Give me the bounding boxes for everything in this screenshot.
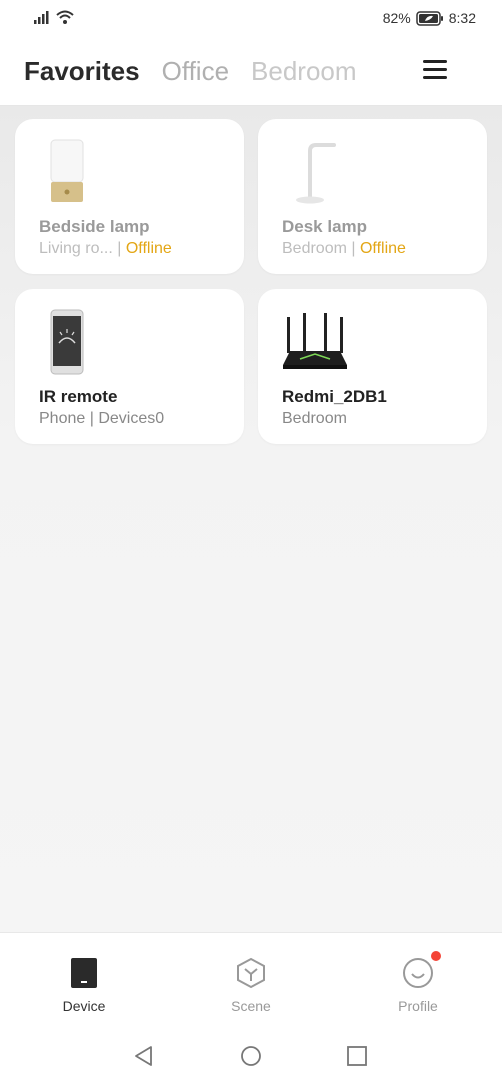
bedside-lamp-icon	[50, 139, 84, 202]
device-location: Bedroom	[282, 240, 347, 257]
tab-favorites[interactable]: Favorites	[24, 56, 140, 87]
battery-icon	[416, 10, 443, 26]
device-card-ir-remote[interactable]: IR remote Phone | Devices0	[15, 289, 244, 444]
device-location: Living ro...	[39, 240, 113, 257]
recents-icon[interactable]	[346, 1045, 368, 1067]
router-icon	[283, 313, 347, 369]
device-name: IR remote	[39, 387, 118, 406]
device-icon	[71, 958, 97, 988]
device-name: Desk lamp	[282, 217, 368, 236]
nav-device[interactable]: Device	[39, 957, 129, 1014]
wifi-icon	[56, 10, 74, 24]
signal-icon	[34, 11, 49, 24]
device-name: Bedside lamp	[39, 217, 150, 236]
bottom-nav: Device Scene Profile	[0, 932, 502, 1022]
nav-profile[interactable]: Profile	[373, 951, 463, 1014]
tab-bedroom[interactable]: Bedroom	[251, 56, 357, 87]
clock: 8:32	[448, 10, 476, 26]
device-location: Bedroom	[282, 410, 347, 427]
device-card-desk-lamp[interactable]: Desk lamp Bedroom | Offline	[258, 119, 487, 274]
device-name: Redmi_2DB1	[282, 387, 387, 406]
device-grid: Bedside lamp Living ro... | Offline Desk…	[0, 106, 502, 932]
home-icon[interactable]	[240, 1045, 262, 1067]
nav-label: Scene	[231, 998, 271, 1014]
device-card-bedside-lamp[interactable]: Bedside lamp Living ro... | Offline	[15, 119, 244, 274]
room-tabs: Favorites Office Bedroom	[24, 56, 357, 87]
phone-ir-remote-icon	[50, 309, 84, 375]
device-card-router[interactable]: Redmi_2DB1 Bedroom	[258, 289, 487, 444]
tab-office[interactable]: Office	[162, 56, 229, 87]
scene-icon	[237, 957, 265, 989]
nav-scene[interactable]: Scene	[206, 957, 296, 1014]
profile-icon	[403, 958, 433, 988]
device-location: Phone | Devices0	[39, 410, 165, 427]
menu-icon[interactable]	[423, 60, 447, 80]
device-status: Offline	[125, 240, 172, 257]
device-subtitle: Bedroom | Offline	[282, 240, 406, 257]
desk-lamp-icon	[296, 143, 336, 204]
device-subtitle: Living ro... | Offline	[39, 240, 172, 257]
notification-badge	[431, 951, 441, 961]
battery-percent: 82%	[382, 10, 411, 26]
back-icon[interactable]	[133, 1045, 155, 1067]
header: Favorites Office Bedroom	[0, 38, 502, 106]
nav-label: Device	[62, 998, 106, 1014]
nav-label: Profile	[398, 998, 438, 1014]
system-nav-bar	[0, 1022, 502, 1085]
device-status: Offline	[359, 240, 406, 257]
status-bar: 82% 8:32	[0, 0, 502, 38]
